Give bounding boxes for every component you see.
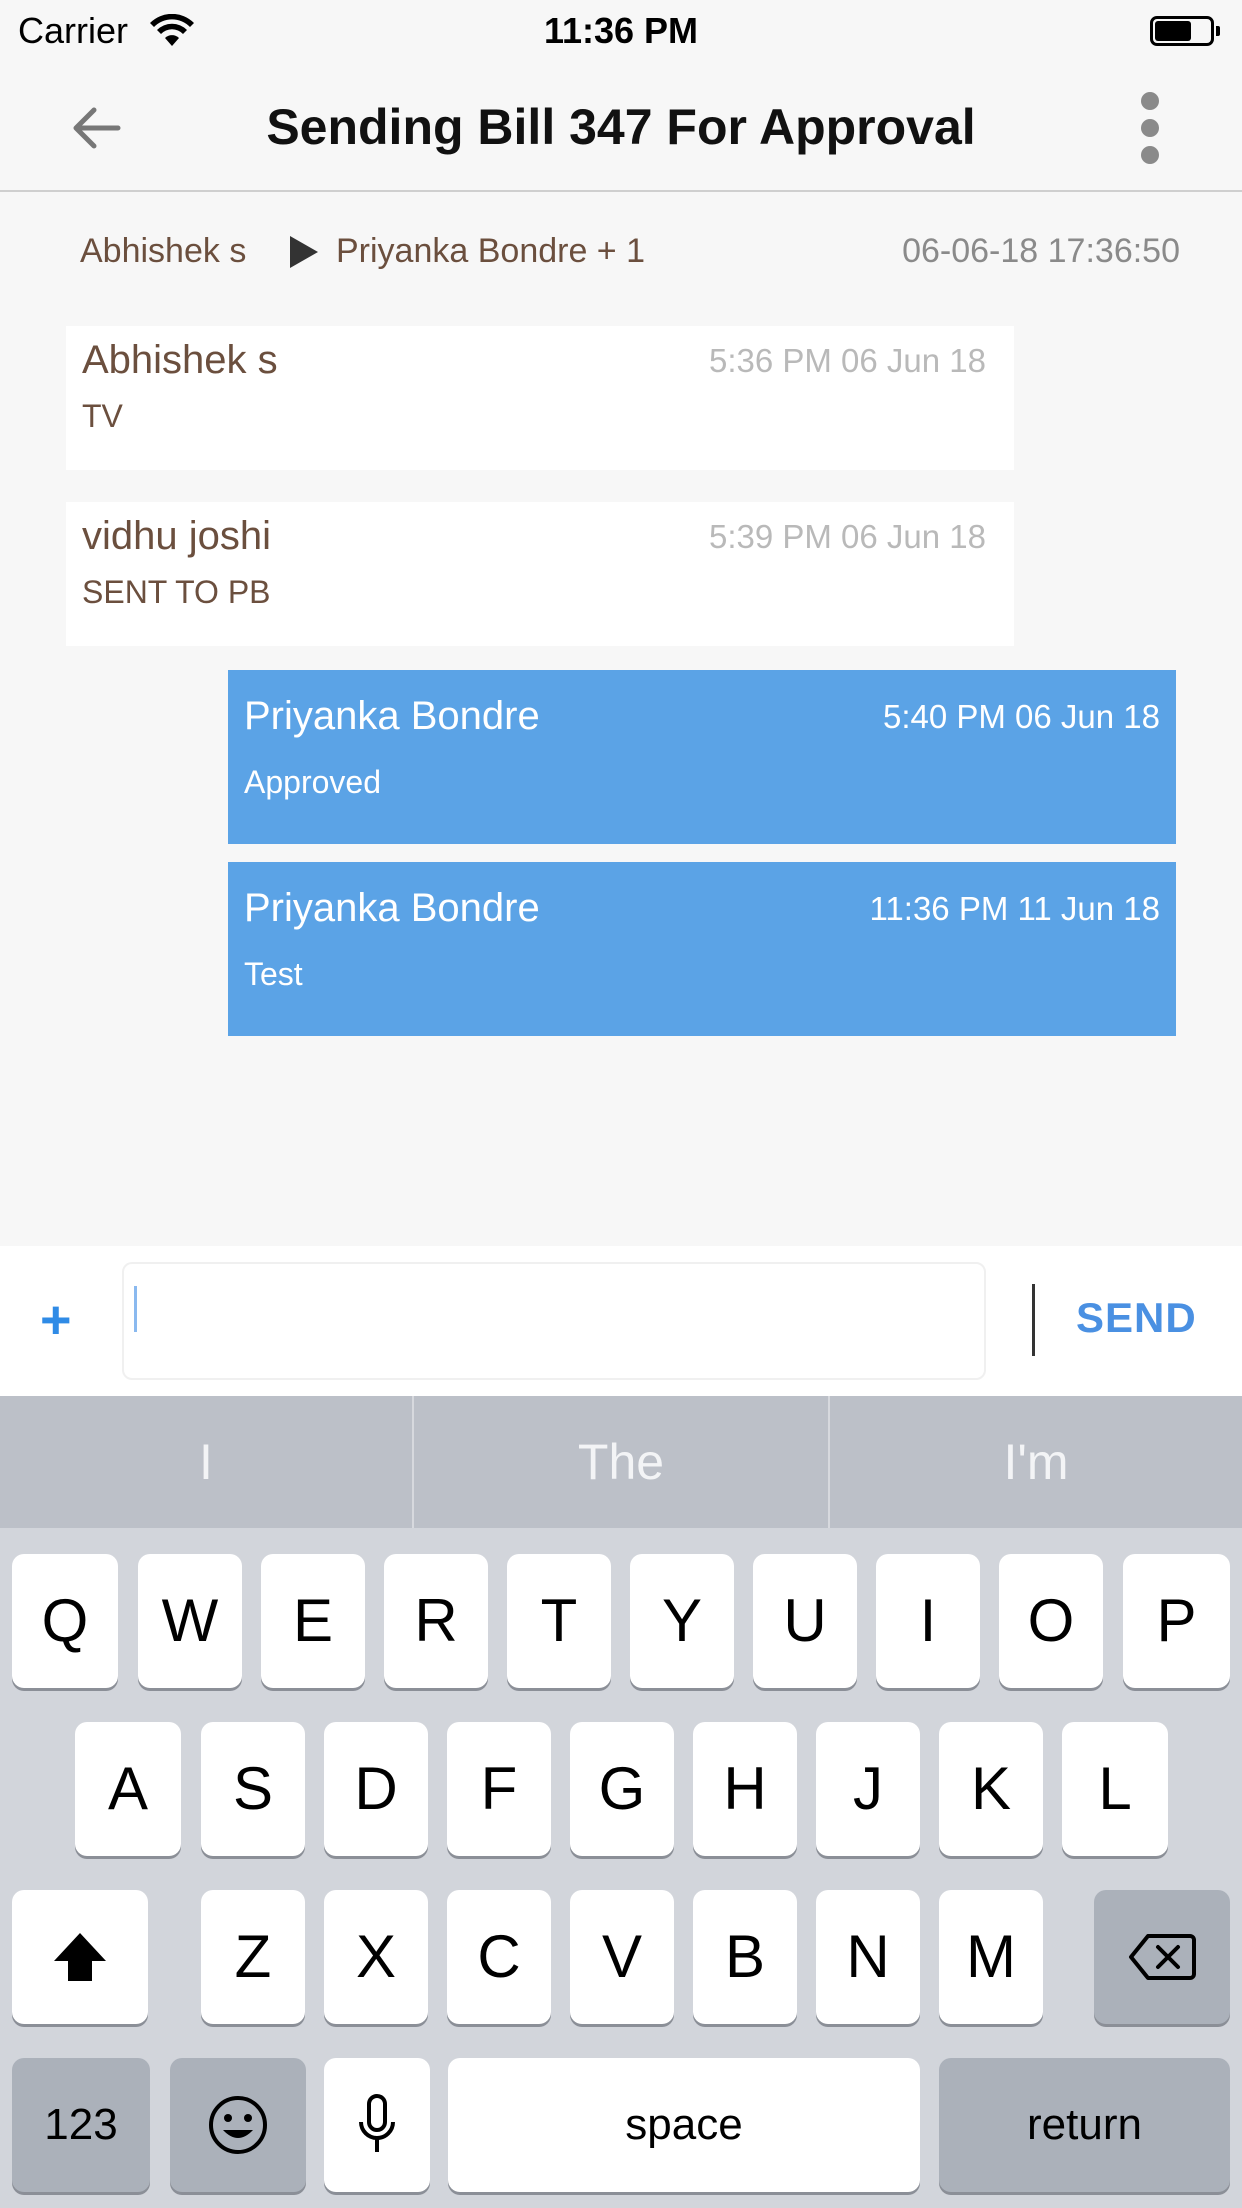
key-h[interactable]: H — [693, 1722, 797, 1856]
thread-date: 06-06-18 17:36:50 — [902, 232, 1180, 270]
message-time: 5:36 PM 06 Jun 18 — [708, 342, 986, 379]
key-u[interactable]: U — [753, 1554, 857, 1688]
key-q[interactable]: Q — [12, 1554, 118, 1688]
thread-from: Abhishek s — [80, 232, 247, 270]
key-k[interactable]: K — [939, 1722, 1043, 1856]
key-t[interactable]: T — [507, 1554, 611, 1688]
page-title: Sending Bill 347 For Approval — [266, 99, 976, 155]
message-text: Test — [244, 956, 303, 992]
keyboard: I The I'm Q W E R T Y U I O P A S D F G … — [0, 1396, 1242, 2208]
dictation-key[interactable] — [324, 2058, 430, 2192]
suggestion-item[interactable]: The — [414, 1396, 828, 1528]
navigation-bar: Sending Bill 347 For Approval — [0, 62, 1242, 192]
key-x[interactable]: X — [324, 1890, 428, 2024]
emoji-key[interactable] — [170, 2058, 306, 2192]
numbers-key[interactable]: 123 — [12, 2058, 150, 2192]
message-time: 5:40 PM 06 Jun 18 — [882, 698, 1160, 735]
delete-icon — [1129, 1934, 1196, 1980]
return-key[interactable]: return — [939, 2058, 1230, 2192]
status-bar: Carrier 11:36 PM — [0, 0, 1242, 62]
composer-bar: + SEND — [0, 1246, 1242, 1396]
key-r[interactable]: R — [384, 1554, 488, 1688]
key-i[interactable]: I — [876, 1554, 980, 1688]
message-sender: Priyanka Bondre — [244, 694, 540, 738]
key-n[interactable]: N — [816, 1890, 920, 2024]
thread-header: Abhishek s Priyanka Bondre + 1 06-06-18 … — [0, 220, 1242, 280]
key-e[interactable]: E — [261, 1554, 365, 1688]
key-g[interactable]: G — [570, 1722, 674, 1856]
message-text: TV — [82, 398, 123, 434]
key-s[interactable]: S — [201, 1722, 305, 1856]
key-m[interactable]: M — [939, 1890, 1043, 2024]
key-c[interactable]: C — [447, 1890, 551, 2024]
emoji-icon — [209, 2096, 267, 2154]
play-arrow-icon — [290, 236, 318, 268]
attach-button[interactable]: + — [40, 1290, 80, 1350]
key-f[interactable]: F — [447, 1722, 551, 1856]
key-l[interactable]: L — [1062, 1722, 1168, 1856]
key-a[interactable]: A — [75, 1722, 181, 1856]
clock-label: 11:36 PM — [543, 10, 699, 51]
text-caret — [134, 1286, 137, 1332]
divider — [1032, 1284, 1035, 1356]
delete-key[interactable] — [1094, 1890, 1230, 2024]
message-sender: Priyanka Bondre — [244, 886, 540, 930]
message-time: 11:36 PM 11 Jun 18 — [869, 890, 1160, 927]
key-p[interactable]: P — [1123, 1554, 1230, 1688]
message-bubble: Abhishek s 5:36 PM 06 Jun 18 TV — [66, 326, 1014, 470]
key-z[interactable]: Z — [201, 1890, 305, 2024]
message-sender: vidhu joshi — [82, 514, 272, 558]
space-key[interactable]: space — [448, 2058, 920, 2192]
key-y[interactable]: Y — [630, 1554, 734, 1688]
more-vertical-icon[interactable] — [1130, 92, 1170, 164]
message-bubble-outgoing: Priyanka Bondre 11:36 PM 11 Jun 18 Test — [228, 862, 1176, 1036]
message-text: SENT TO PB — [82, 574, 271, 610]
key-o[interactable]: O — [999, 1554, 1103, 1688]
suggestion-bar: I The I'm — [0, 1396, 1242, 1528]
message-input[interactable] — [122, 1262, 986, 1380]
microphone-icon — [359, 2094, 395, 2152]
arrow-left-icon[interactable] — [66, 98, 126, 158]
thread-recipients[interactable]: Priyanka Bondre + 1 — [336, 232, 645, 271]
message-bubble-outgoing: Priyanka Bondre 5:40 PM 06 Jun 18 Approv… — [228, 670, 1176, 844]
key-j[interactable]: J — [816, 1722, 920, 1856]
battery-icon — [1150, 16, 1220, 46]
suggestion-item[interactable]: I'm — [830, 1396, 1242, 1528]
message-bubble: vidhu joshi 5:39 PM 06 Jun 18 SENT TO PB — [66, 502, 1014, 646]
shift-key[interactable] — [12, 1890, 148, 2024]
key-b[interactable]: B — [693, 1890, 797, 2024]
message-text: Approved — [244, 764, 381, 800]
key-d[interactable]: D — [324, 1722, 428, 1856]
message-time: 5:39 PM 06 Jun 18 — [708, 518, 986, 555]
message-sender: Abhishek s — [82, 338, 278, 382]
shift-icon — [54, 1933, 106, 1981]
send-button[interactable]: SEND — [1076, 1294, 1197, 1342]
key-v[interactable]: V — [570, 1890, 674, 2024]
suggestion-item[interactable]: I — [0, 1396, 412, 1528]
key-w[interactable]: W — [138, 1554, 242, 1688]
